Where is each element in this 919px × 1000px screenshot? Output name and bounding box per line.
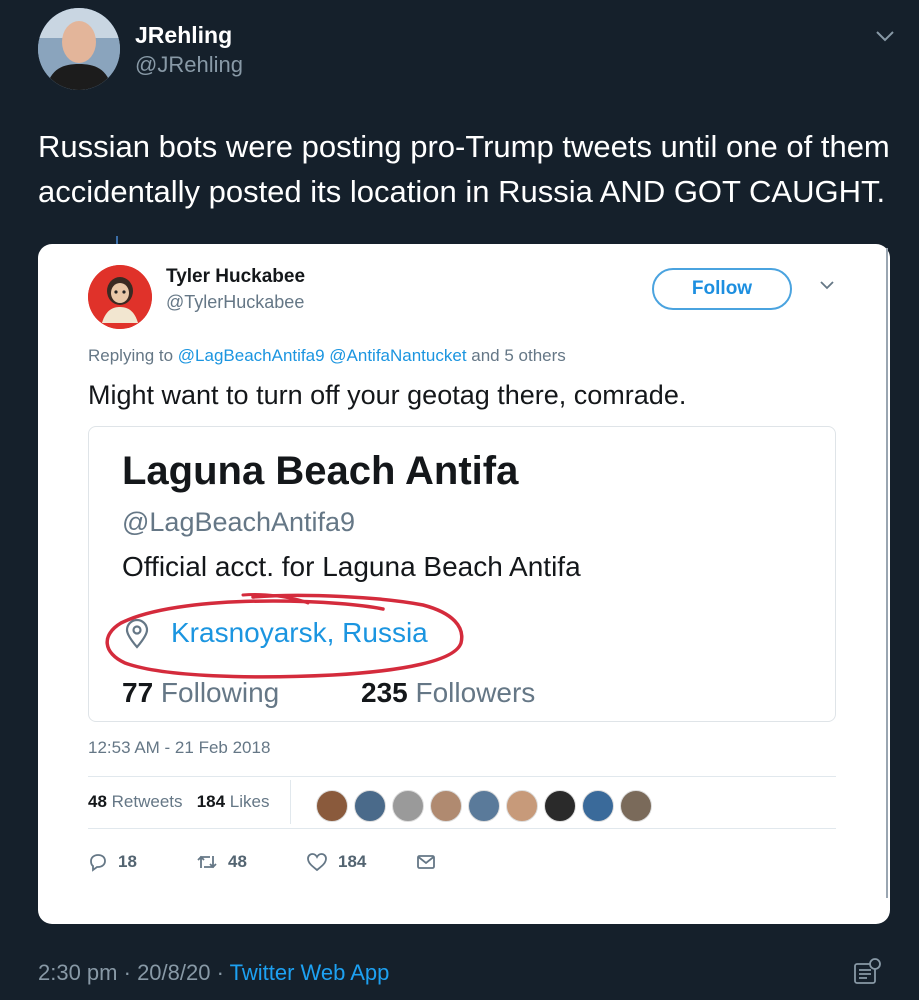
jrehling-avatar[interactable] bbox=[38, 8, 120, 90]
tyler-avatar bbox=[88, 265, 152, 329]
liker-avatar bbox=[392, 790, 424, 822]
mention-link: @LagBeachAntifa9 bbox=[177, 346, 325, 365]
like-action: 184 bbox=[306, 852, 416, 872]
tweet-meta: 2:30 pm · 20/8/20 · Twitter Web App bbox=[38, 960, 389, 986]
followers-count: 235 Followers bbox=[361, 677, 535, 709]
retweet-count: 48 bbox=[228, 852, 247, 871]
divider bbox=[290, 780, 291, 824]
card-edge bbox=[886, 248, 888, 898]
replying-suffix: and 5 others bbox=[466, 346, 566, 365]
analytics-icon[interactable] bbox=[852, 956, 882, 986]
engagement-stats: 48 Retweets 184 Likes bbox=[88, 792, 269, 812]
location-pin-icon bbox=[125, 619, 149, 649]
embedded-timestamp: 12:53 AM - 21 Feb 2018 bbox=[88, 738, 271, 757]
heart-icon bbox=[307, 853, 327, 872]
reply-count: 18 bbox=[118, 852, 137, 871]
liker-avatar bbox=[582, 790, 614, 822]
tweet-source-link[interactable]: Twitter Web App bbox=[230, 960, 390, 985]
embedded-handle: @TylerHuckabee bbox=[166, 292, 305, 312]
liker-avatar bbox=[544, 790, 576, 822]
reply-action: 18 bbox=[88, 852, 196, 872]
author-handle[interactable]: @JRehling bbox=[135, 52, 243, 78]
liker-avatar bbox=[430, 790, 462, 822]
retweets-count: 48 bbox=[88, 792, 107, 811]
dm-action bbox=[416, 853, 446, 871]
likes-count: 184 bbox=[196, 792, 226, 811]
tweet-text: Russian bots were posting pro-Trump twee… bbox=[38, 129, 890, 209]
liker-avatar bbox=[620, 790, 652, 822]
divider bbox=[88, 776, 836, 777]
profile-screenshot: Laguna Beach Antifa @LagBeachAntifa9 Off… bbox=[88, 426, 836, 722]
meta-separator: · bbox=[210, 960, 230, 985]
attached-image[interactable]: Tyler Huckabee @TylerHuckabee Follow Rep… bbox=[38, 244, 890, 924]
likes-label: Likes bbox=[225, 792, 270, 811]
tweet-time[interactable]: 2:30 pm bbox=[38, 960, 118, 985]
profile-name: Laguna Beach Antifa bbox=[122, 449, 519, 493]
divider bbox=[88, 828, 836, 829]
author-display-name[interactable]: JRehling bbox=[135, 22, 232, 49]
replying-to: Replying to @LagBeachAntifa9 @AntifaNant… bbox=[88, 346, 566, 366]
like-count: 184 bbox=[338, 852, 367, 871]
retweets-label: Retweets bbox=[106, 792, 183, 811]
following-number: 77 bbox=[122, 677, 154, 708]
profile-location: Krasnoyarsk, Russia bbox=[171, 617, 428, 648]
retweet-action: 48 bbox=[196, 852, 306, 872]
embedded-display-name: Tyler Huckabee bbox=[166, 266, 306, 287]
profile-handle: @LagBeachAntifa9 bbox=[122, 507, 356, 537]
mail-icon bbox=[417, 855, 435, 869]
retweet-icon bbox=[197, 855, 217, 869]
liker-avatar bbox=[316, 790, 348, 822]
following-count: 77 Following bbox=[122, 677, 279, 709]
followers-label: Followers bbox=[407, 677, 536, 708]
followers-number: 235 bbox=[361, 677, 408, 708]
tweet-date[interactable]: 20/8/20 bbox=[137, 960, 210, 985]
liker-avatars bbox=[316, 790, 658, 822]
embedded-tweet-text: Might want to turn off your geotag there… bbox=[88, 380, 687, 410]
liker-avatar bbox=[354, 790, 386, 822]
reply-icon bbox=[90, 854, 106, 872]
meta-separator: · bbox=[117, 960, 138, 985]
following-label: Following bbox=[153, 677, 280, 708]
follow-button: Follow bbox=[652, 268, 792, 310]
liker-avatar bbox=[468, 790, 500, 822]
mention-link: @AntifaNantucket bbox=[329, 346, 467, 365]
chevron-down-icon bbox=[820, 281, 834, 290]
replying-prefix: Replying to bbox=[88, 346, 178, 365]
chevron-down-icon[interactable] bbox=[872, 26, 898, 46]
liker-avatar bbox=[506, 790, 538, 822]
action-bar: 18 48 184 bbox=[88, 852, 446, 872]
profile-bio: Official acct. for Laguna Beach Antifa bbox=[122, 551, 581, 582]
